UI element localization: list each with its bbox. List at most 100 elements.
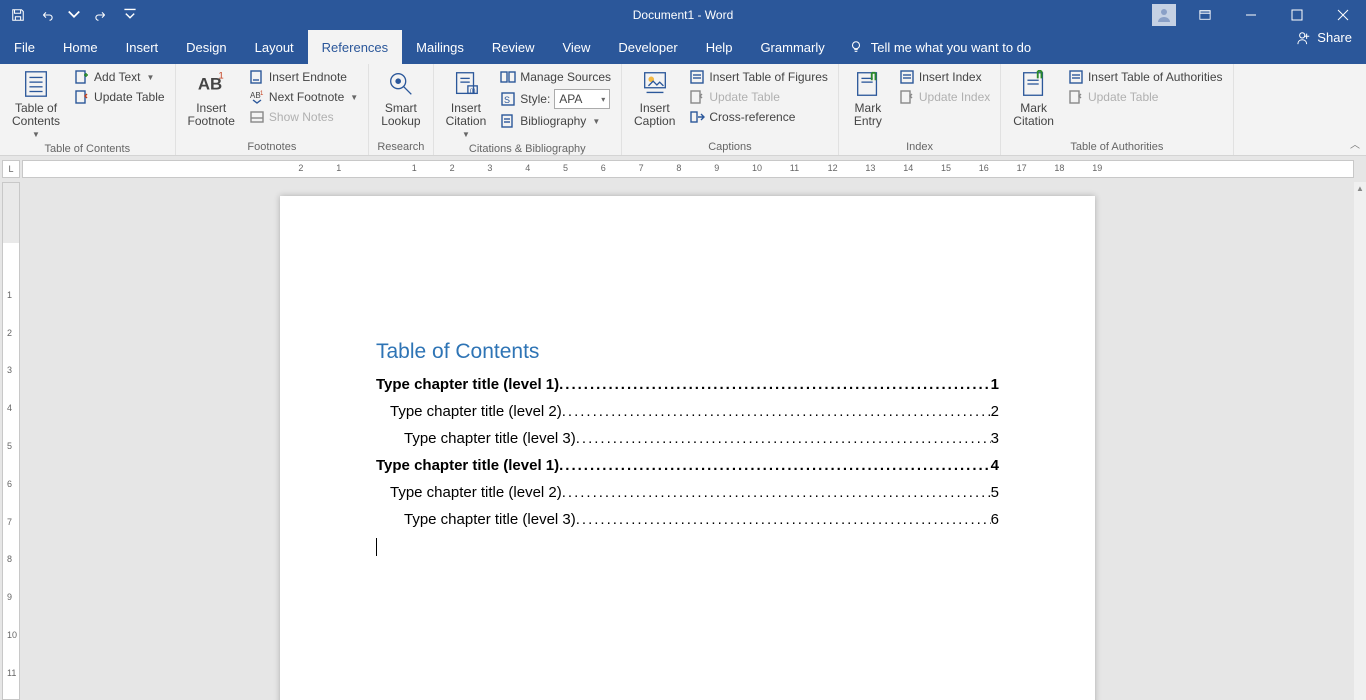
next-footnote-icon: AB1 xyxy=(249,89,265,105)
tof-label: Insert Table of Figures xyxy=(709,70,828,84)
close-button[interactable] xyxy=(1320,0,1366,30)
add-text-button[interactable]: Add Text ▼ xyxy=(70,68,169,86)
mark-entry-button[interactable]: Mark Entry xyxy=(845,66,891,130)
redo-button[interactable] xyxy=(90,3,114,27)
cross-ref-label: Cross-reference xyxy=(709,110,795,124)
toc-entry-text: Type chapter title (level 3) xyxy=(404,430,576,447)
ruler-tick: 13 xyxy=(865,163,875,173)
account-icon[interactable] xyxy=(1152,4,1176,26)
ruler-tick: 19 xyxy=(1092,163,1102,173)
ruler-tick: 12 xyxy=(828,163,838,173)
bibliography-button[interactable]: Bibliography ▼ xyxy=(496,112,615,130)
document-workspace: L 2112345678910111213141516171819 123456… xyxy=(0,156,1366,700)
toc-leader xyxy=(562,484,991,501)
tell-me-search[interactable]: Tell me what you want to do xyxy=(849,30,1031,64)
ruler-tick: 3 xyxy=(487,163,492,173)
insert-caption-button[interactable]: Insert Caption xyxy=(628,66,681,130)
citation-style-dropdown[interactable]: APA ▾ xyxy=(554,89,610,109)
toc-entry[interactable]: Type chapter title (level 2)2 xyxy=(390,403,999,420)
tab-file[interactable]: File xyxy=(0,30,49,64)
share-button[interactable]: Share xyxy=(1297,30,1352,45)
tof-icon xyxy=(689,69,705,85)
ruler-tick: 4 xyxy=(525,163,530,173)
group-label-research: Research xyxy=(375,139,426,155)
smart-lookup-button[interactable]: Smart Lookup xyxy=(375,66,426,130)
group-label-citations: Citations & Bibliography xyxy=(440,141,615,157)
show-notes-icon xyxy=(249,109,265,125)
undo-dropdown[interactable] xyxy=(62,3,86,27)
manage-sources-icon xyxy=(500,69,516,85)
tab-references[interactable]: References xyxy=(308,30,402,64)
ruler-tick: 1 xyxy=(7,290,12,300)
tab-help[interactable]: Help xyxy=(692,30,747,64)
scroll-up-button[interactable]: ▲ xyxy=(1354,182,1366,194)
ruler-tick: 7 xyxy=(7,517,12,527)
share-icon xyxy=(1297,31,1311,45)
add-text-icon xyxy=(74,69,90,85)
ruler-corner[interactable]: L xyxy=(2,160,20,178)
insert-table-of-figures-button[interactable]: Insert Table of Figures xyxy=(685,68,832,86)
mark-citation-icon xyxy=(1018,68,1050,100)
ruler-tick: 6 xyxy=(601,163,606,173)
update-tof-label: Update Table xyxy=(709,90,780,104)
insert-citation-button[interactable]: (i) Insert Citation ▼ xyxy=(440,66,493,141)
table-of-contents-button[interactable]: Table of Contents ▼ xyxy=(6,66,66,141)
toc-entry[interactable]: Type chapter title (level 1)1 xyxy=(376,376,999,393)
toc-entry[interactable]: Type chapter title (level 2)5 xyxy=(390,484,999,501)
toc-entry-text: Type chapter title (level 3) xyxy=(404,511,576,528)
mark-citation-button[interactable]: Mark Citation xyxy=(1007,66,1060,130)
smart-lookup-icon xyxy=(385,68,417,100)
horizontal-ruler[interactable]: 2112345678910111213141516171819 xyxy=(22,160,1354,178)
toc-entry[interactable]: Type chapter title (level 1)4 xyxy=(376,457,999,474)
insert-toa-button[interactable]: Insert Table of Authorities xyxy=(1064,68,1227,86)
tab-home[interactable]: Home xyxy=(49,30,112,64)
toc-heading[interactable]: Table of Contents xyxy=(376,340,999,364)
bibliography-icon xyxy=(500,113,516,129)
bibliography-label: Bibliography xyxy=(520,114,586,128)
vertical-ruler[interactable]: 123456789101112 xyxy=(2,182,20,700)
ruler-tick: 18 xyxy=(1054,163,1064,173)
tab-view[interactable]: View xyxy=(548,30,604,64)
ruler-tick: 4 xyxy=(7,403,12,413)
update-toa-button: Update Table xyxy=(1064,88,1227,106)
update-table-button[interactable]: Update Table xyxy=(70,88,169,106)
ruler-tick: 9 xyxy=(7,592,12,602)
toc-entry-page: 6 xyxy=(991,511,999,528)
document-page[interactable]: Table of Contents Type chapter title (le… xyxy=(280,196,1095,700)
ruler-tick: 7 xyxy=(639,163,644,173)
minimize-button[interactable] xyxy=(1228,0,1274,30)
customize-qat-button[interactable] xyxy=(118,3,142,27)
mark-entry-icon xyxy=(852,68,884,100)
svg-text:(i): (i) xyxy=(470,87,476,94)
toc-entry[interactable]: Type chapter title (level 3) 6 xyxy=(404,511,999,528)
ribbon-display-options-button[interactable] xyxy=(1182,0,1228,30)
insert-index-button[interactable]: Insert Index xyxy=(895,68,994,86)
caption-icon xyxy=(639,68,671,100)
ruler-tick: 14 xyxy=(903,163,913,173)
ruler-tick: 2 xyxy=(450,163,455,173)
insert-endnote-button[interactable]: Insert Endnote xyxy=(245,68,362,86)
tab-grammarly[interactable]: Grammarly xyxy=(746,30,838,64)
tab-design[interactable]: Design xyxy=(172,30,240,64)
save-button[interactable] xyxy=(6,3,30,27)
tab-layout[interactable]: Layout xyxy=(241,30,308,64)
update-table-icon xyxy=(74,89,90,105)
toc-entry[interactable]: Type chapter title (level 3)3 xyxy=(404,430,999,447)
chevron-down-icon: ▾ xyxy=(601,95,605,104)
tab-insert[interactable]: Insert xyxy=(112,30,173,64)
next-footnote-button[interactable]: AB1 Next Footnote ▼ xyxy=(245,88,362,106)
insert-footnote-button[interactable]: AB1 Insert Footnote xyxy=(182,66,241,130)
manage-sources-button[interactable]: Manage Sources xyxy=(496,68,615,86)
vertical-scrollbar[interactable]: ▲ xyxy=(1354,182,1366,700)
tab-developer[interactable]: Developer xyxy=(604,30,691,64)
ruler-tick: 1 xyxy=(412,163,417,173)
collapse-ribbon-button[interactable]: ︿ xyxy=(1350,136,1360,151)
insert-citation-label: Insert Citation xyxy=(446,102,487,128)
page-content[interactable]: Table of Contents Type chapter title (le… xyxy=(376,340,999,556)
cross-reference-button[interactable]: Cross-reference xyxy=(685,108,832,126)
maximize-button[interactable] xyxy=(1274,0,1320,30)
tab-review[interactable]: Review xyxy=(478,30,549,64)
undo-button[interactable] xyxy=(34,3,58,27)
tab-mailings[interactable]: Mailings xyxy=(402,30,478,64)
svg-text:1: 1 xyxy=(219,70,224,80)
